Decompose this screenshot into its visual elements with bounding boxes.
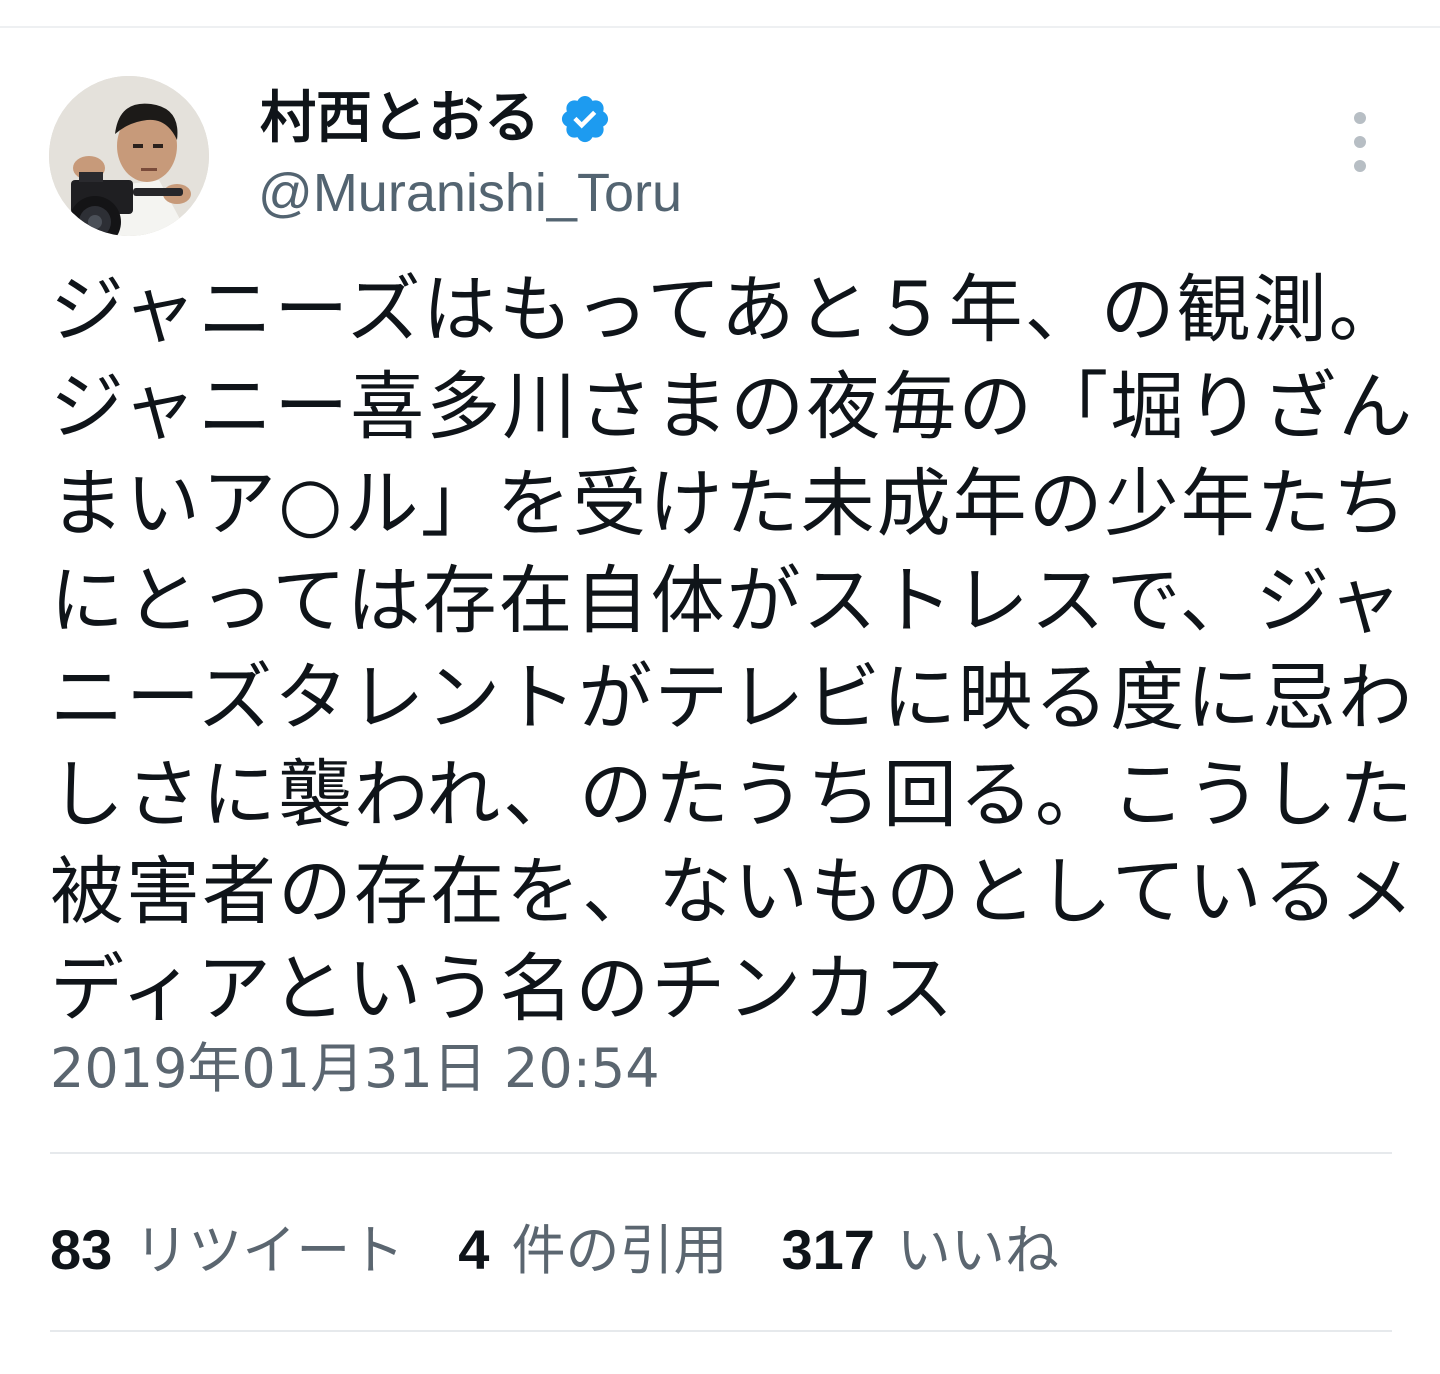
tweet-timestamp[interactable]: 2019年01月31日 20:54: [50, 1036, 660, 1102]
engagement-stats: 83 リツイート 4 件の引用 317 いいね: [50, 1210, 1113, 1282]
more-vertical-icon: [1354, 112, 1366, 124]
retweets-stat[interactable]: 83 リツイート: [50, 1206, 404, 1285]
tweet-text: ジャニーズはもってあと５年、の観測。 ジャニー喜多川さまの夜毎の「堀りざん まい…: [50, 262, 1416, 1038]
divider: [50, 1330, 1392, 1332]
quotes-count: 4: [458, 1217, 490, 1281]
likes-stat[interactable]: 317 いいね: [781, 1206, 1058, 1285]
verified-badge-icon: [558, 92, 612, 146]
tweet-line: 被害者の存在を、ないものとしているメ: [50, 849, 1416, 935]
display-name[interactable]: 村西とおる: [260, 84, 540, 154]
divider: [50, 1152, 1392, 1154]
tweet-line: ジャニーズはもってあと５年、の観測。: [50, 267, 1405, 353]
more-options-button[interactable]: [1340, 112, 1380, 172]
tweet-card: 村西とおる @Muranishi_Toru ジャニーズはもってあと５年、の観測。…: [0, 0, 1440, 1374]
user-handle[interactable]: @Muranishi_Toru: [258, 160, 682, 226]
likes-label: いいね: [896, 1218, 1059, 1282]
retweets-label: リツイート: [134, 1218, 405, 1282]
likes-count: 317: [781, 1217, 875, 1281]
avatar[interactable]: [49, 76, 209, 236]
retweets-count: 83: [50, 1217, 113, 1281]
more-dot: [1354, 136, 1366, 148]
tweet-line: ニーズタレントがテレビに映る度に忌わ: [50, 655, 1415, 741]
quotes-label: 件の引用: [511, 1218, 728, 1282]
quotes-stat[interactable]: 4 件の引用: [458, 1206, 727, 1285]
name-row: 村西とおる: [260, 84, 612, 154]
avatar-image: [49, 76, 209, 236]
tweet-line: まいア○ル」を受けた未成年の少年たち: [50, 461, 1409, 547]
tweet-line: ジャニー喜多川さまの夜毎の「堀りざん: [50, 364, 1415, 450]
tweet-line: にとっては存在自体がストレスで、ジャ: [50, 558, 1404, 644]
tweet-line: しさに襲われ、のたうち回る。こうした: [50, 752, 1416, 838]
more-dot: [1354, 160, 1366, 172]
tweet-line: ディアという名のチンカス: [50, 946, 956, 1032]
